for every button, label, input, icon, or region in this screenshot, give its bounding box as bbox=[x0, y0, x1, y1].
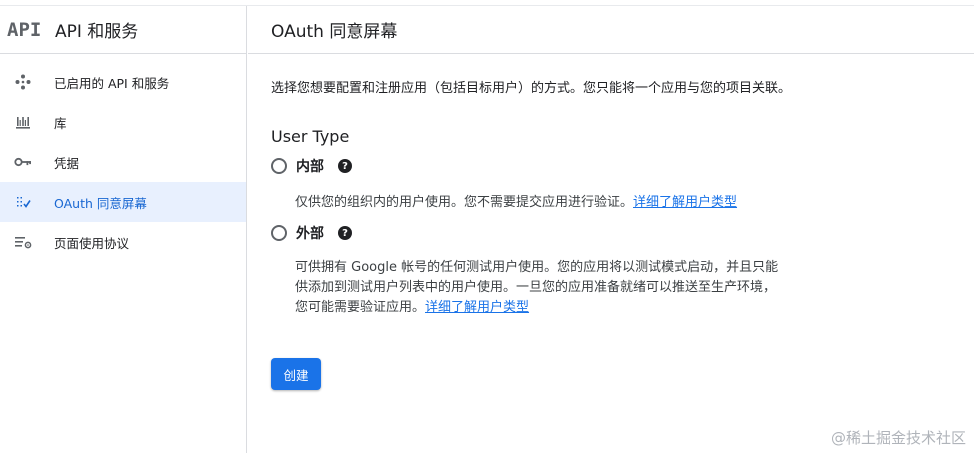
internal-radio[interactable] bbox=[271, 158, 287, 174]
external-description: 可供拥有 Google 帐号的任何测试用户使用。您的应用将以测试模式启动，并且只… bbox=[295, 258, 780, 318]
sidebar-item-page-usage[interactable]: 页面使用协议 bbox=[0, 222, 246, 262]
create-button[interactable]: 创建 bbox=[271, 358, 321, 390]
internal-desc-text: 仅供您的组织内的用户使用。您不需要提交应用进行验证。 bbox=[295, 195, 634, 210]
external-desc-text: 可供拥有 Google 帐号的任何测试用户使用。您的应用将以测试模式启动，并且只… bbox=[295, 260, 779, 315]
sidebar-item-label: 已启用的 API 和服务 bbox=[54, 75, 170, 91]
consent-form: 选择您想要配置和注册应用（包括目标用户）的方式。您只能将一个应用与您的项目关联。… bbox=[248, 79, 974, 390]
sidebar-item-oauth-consent[interactable]: OAuth 同意屏幕 bbox=[0, 182, 246, 222]
external-learn-more-link[interactable]: 详细了解用户类型 bbox=[425, 300, 529, 315]
internal-learn-more-link[interactable]: 详细了解用户类型 bbox=[633, 195, 737, 210]
diamond-dots-icon bbox=[14, 73, 32, 91]
page-title: OAuth 同意屏幕 bbox=[248, 6, 974, 54]
sidebar-item-label: 库 bbox=[54, 115, 67, 131]
key-icon bbox=[14, 153, 32, 171]
help-icon[interactable]: ? bbox=[338, 226, 352, 240]
main-panel: OAuth 同意屏幕 选择您想要配置和注册应用（包括目标用户）的方式。您只能将一… bbox=[248, 6, 974, 453]
sidebar-item-library[interactable]: 库 bbox=[0, 102, 246, 142]
watermark: @稀土掘金技术社区 bbox=[830, 429, 966, 447]
sidebar-item-credentials[interactable]: 凭据 bbox=[0, 142, 246, 182]
oauth-consent-icon bbox=[14, 193, 32, 211]
sidebar-header: API API 和服务 bbox=[0, 6, 246, 54]
internal-option: 内部 ? bbox=[271, 155, 974, 177]
sidebar-item-label: 页面使用协议 bbox=[54, 235, 130, 251]
help-icon[interactable]: ? bbox=[338, 159, 352, 173]
sidebar-item-label: OAuth 同意屏幕 bbox=[54, 195, 147, 211]
user-type-heading: User Type bbox=[271, 127, 350, 146]
internal-description: 仅供您的组织内的用户使用。您不需要提交应用进行验证。详细了解用户类型 bbox=[295, 193, 780, 213]
internal-label[interactable]: 内部 bbox=[296, 156, 324, 176]
sidebar: API API 和服务 已启用的 API 和服务 库 凭据 OAuth 同意屏幕… bbox=[0, 6, 247, 453]
sidebar-title: API 和服务 bbox=[55, 22, 139, 42]
library-icon bbox=[14, 113, 32, 131]
sidebar-nav: 已启用的 API 和服务 库 凭据 OAuth 同意屏幕 页面使用协议 bbox=[0, 54, 246, 262]
sidebar-item-label: 凭据 bbox=[54, 155, 80, 171]
external-option: 外部 ? bbox=[271, 222, 974, 244]
sidebar-item-enabled-apis[interactable]: 已启用的 API 和服务 bbox=[0, 62, 246, 102]
api-logo: API bbox=[7, 18, 42, 41]
external-label[interactable]: 外部 bbox=[296, 223, 324, 243]
external-radio[interactable] bbox=[271, 225, 287, 241]
page-settings-icon bbox=[14, 233, 32, 251]
intro-text: 选择您想要配置和注册应用（包括目标用户）的方式。您只能将一个应用与您的项目关联。 bbox=[271, 81, 792, 96]
